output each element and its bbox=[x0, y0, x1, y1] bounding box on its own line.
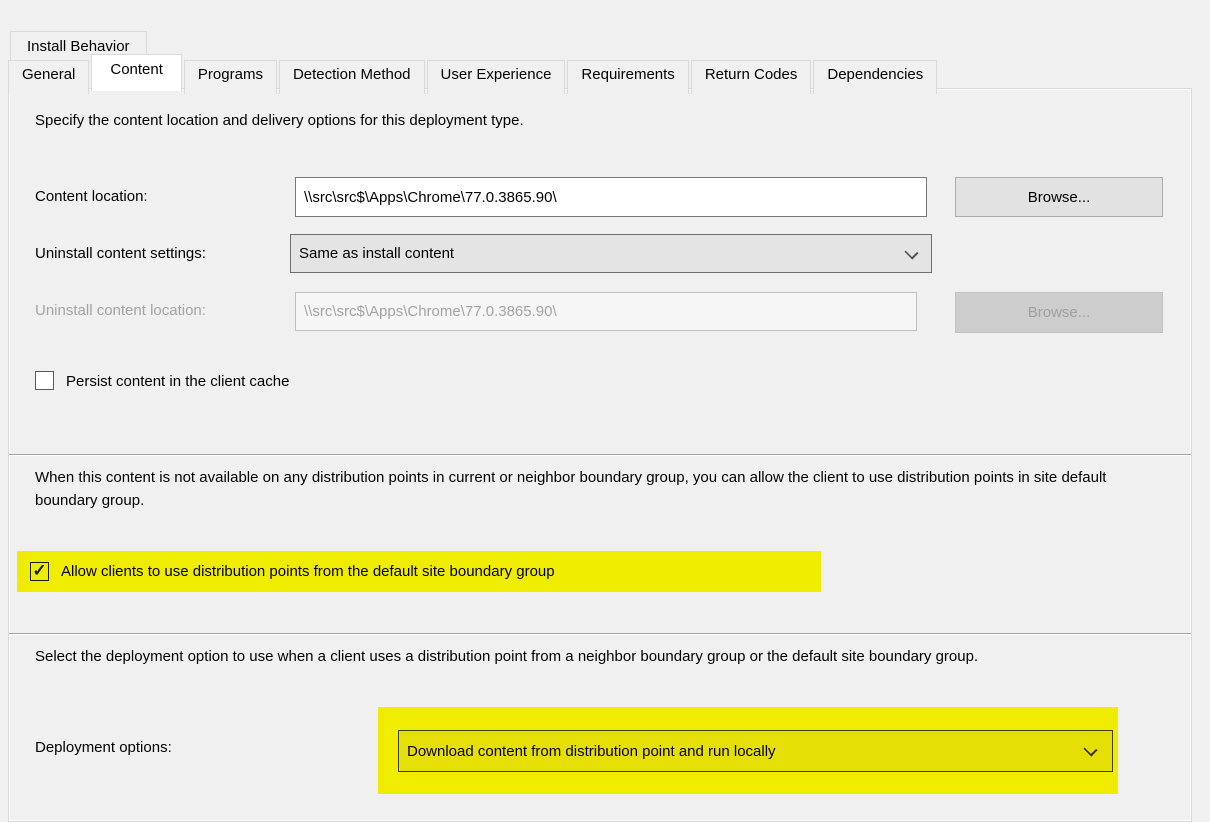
fallback-note: When this content is not available on an… bbox=[35, 466, 1160, 512]
tab-detection-method[interactable]: Detection Method bbox=[279, 60, 425, 94]
tab-return-codes[interactable]: Return Codes bbox=[691, 60, 812, 94]
uninstall-settings-label: Uninstall content settings: bbox=[35, 245, 206, 262]
chevron-down-icon bbox=[904, 245, 918, 259]
allow-dp-highlight: Allow clients to use distribution points… bbox=[17, 551, 821, 592]
tab-general[interactable]: General bbox=[8, 60, 89, 94]
tab-requirements[interactable]: Requirements bbox=[567, 60, 688, 94]
allow-dp-checkbox[interactable] bbox=[30, 562, 49, 581]
tab-user-experience[interactable]: User Experience bbox=[427, 60, 566, 94]
section-divider bbox=[9, 454, 1191, 456]
uninstall-settings-value: Same as install content bbox=[299, 245, 454, 262]
tab-dependencies[interactable]: Dependencies bbox=[813, 60, 937, 94]
uninstall-settings-select[interactable]: Same as install content bbox=[290, 234, 932, 273]
section-divider bbox=[9, 633, 1191, 635]
tab-content[interactable]: Content bbox=[91, 54, 182, 91]
persist-content-label: Persist content in the client cache bbox=[66, 373, 289, 390]
deployment-options-label: Deployment options: bbox=[35, 739, 172, 756]
allow-dp-label: Allow clients to use distribution points… bbox=[61, 563, 555, 580]
browse-uninstall-button: Browse... bbox=[955, 292, 1163, 333]
content-tab-page: Specify the content location and deliver… bbox=[8, 88, 1192, 822]
content-location-input[interactable] bbox=[295, 177, 927, 217]
intro-text: Specify the content location and deliver… bbox=[35, 109, 1165, 132]
content-location-label: Content location: bbox=[35, 188, 148, 205]
persist-content-checkbox[interactable] bbox=[35, 371, 54, 390]
chevron-down-icon bbox=[1083, 742, 1097, 756]
deployment-options-highlight: Download content from distribution point… bbox=[378, 707, 1118, 794]
tab-strip: General Content Programs Detection Metho… bbox=[8, 54, 939, 94]
deployment-options-select[interactable]: Download content from distribution point… bbox=[398, 730, 1113, 772]
tab-install-behavior-label: Install Behavior bbox=[27, 38, 130, 55]
browse-content-button[interactable]: Browse... bbox=[955, 177, 1163, 217]
tab-programs[interactable]: Programs bbox=[184, 60, 277, 94]
deployment-options-value: Download content from distribution point… bbox=[407, 743, 776, 760]
uninstall-location-input bbox=[295, 292, 917, 331]
uninstall-location-label: Uninstall content location: bbox=[35, 302, 206, 319]
deployment-note: Select the deployment option to use when… bbox=[35, 645, 1160, 668]
